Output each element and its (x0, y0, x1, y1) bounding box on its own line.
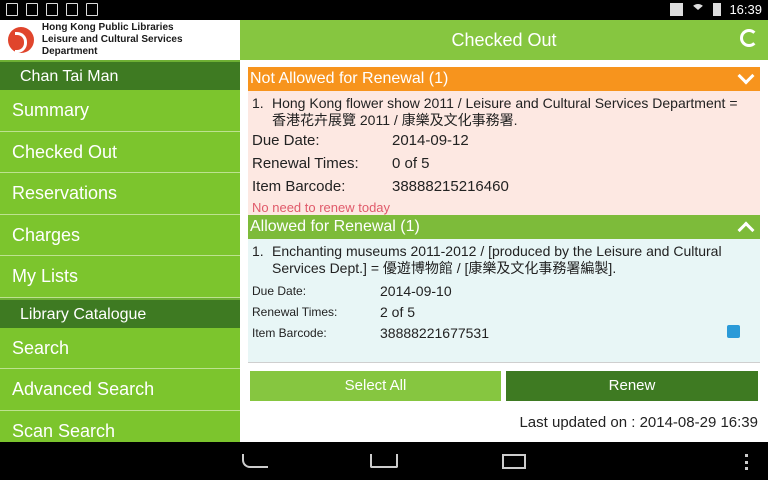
due-date-label: Due Date: (252, 284, 307, 298)
renewal-note: No need to renew today (252, 200, 391, 215)
item-number: 1. (252, 243, 264, 259)
overflow-menu-icon[interactable] (745, 454, 749, 470)
mute-icon (670, 3, 684, 16)
not-allowed-renewal-title: Not Allowed for Renewal (1) (250, 70, 449, 87)
nav-item-summary[interactable]: Summary (0, 90, 240, 132)
due-date-row: Due Date: 2014-09-10 (248, 281, 760, 302)
key-icon (46, 3, 58, 16)
chevron-up-icon (737, 221, 755, 239)
notification-icons (6, 3, 98, 16)
item-barcode-row: Item Barcode: 38888215216460 (248, 175, 760, 198)
shield-icon (26, 3, 38, 16)
renew-button[interactable]: Renew (506, 371, 758, 401)
nav-item-checked-out[interactable]: Checked Out (0, 131, 240, 173)
nav-item-my-lists[interactable]: My Lists (0, 256, 240, 298)
refresh-icon[interactable] (740, 29, 758, 47)
recent-apps-icon[interactable] (502, 454, 526, 469)
status-bar: 16:39 (0, 0, 768, 20)
library-logo: Hong Kong Public Libraries Leisure and C… (0, 20, 240, 60)
last-updated-text: Last updated on : 2014-08-29 16:39 (519, 414, 758, 431)
app: Hong Kong Public Libraries Leisure and C… (0, 20, 768, 442)
main-panel: Checked Out Not Allowed for Renewal (1) … (240, 20, 768, 442)
title-bar: Checked Out (240, 20, 768, 60)
item-barcode-value: 38888221677531 (380, 325, 490, 341)
library-catalogue-header: Library Catalogue (0, 297, 240, 328)
renewal-times-label: Renewal Times: (252, 155, 359, 172)
nav-item-search[interactable]: Search (0, 327, 240, 369)
user-name-header: Chan Tai Man (0, 60, 240, 90)
renewal-times-row: Renewal Times: 2 of 5 (248, 302, 760, 323)
clock: 16:39 (729, 2, 762, 17)
item-title: Hong Kong flower show 2011 / Leisure and… (272, 95, 738, 128)
not-allowed-item: 1. Hong Kong flower show 2011 / Leisure … (248, 91, 760, 215)
sd-card-icon (66, 3, 78, 16)
page-title: Checked Out (451, 30, 557, 50)
sidebar: Hong Kong Public Libraries Leisure and C… (0, 20, 240, 442)
nav-item-charges[interactable]: Charges (0, 214, 240, 256)
renewal-times-label: Renewal Times: (252, 305, 338, 319)
logo-line-2: Leisure and Cultural Services Department (41, 34, 183, 57)
nav-item-scan-search[interactable]: Scan Search (0, 410, 240, 442)
wifi-icon (691, 3, 706, 16)
nav-item-advanced-search[interactable]: Advanced Search (0, 369, 240, 411)
logo-line-1: Hong Kong Public Libraries (41, 22, 174, 33)
back-icon[interactable] (242, 454, 268, 468)
clipboard-icon (86, 3, 98, 16)
allowed-renewal-title: Allowed for Renewal (1) (250, 218, 420, 235)
not-allowed-renewal-header[interactable]: Not Allowed for Renewal (1) (248, 67, 760, 91)
item-barcode-value: 38888215216460 (392, 178, 509, 195)
home-icon[interactable] (370, 454, 398, 468)
nav-item-reservations[interactable]: Reservations (0, 173, 240, 215)
allowed-item[interactable]: 1. Enchanting museums 2011-2012 / [produ… (248, 239, 760, 363)
library-logo-icon (8, 27, 34, 53)
due-date-value: 2014-09-12 (392, 132, 469, 149)
due-date-row: Due Date: 2014-09-12 (248, 129, 760, 152)
renew-checkbox[interactable] (727, 325, 740, 338)
item-barcode-row: Item Barcode: 38888221677531 (248, 323, 760, 344)
item-barcode-label: Item Barcode: (252, 178, 346, 195)
renewal-times-row: Renewal Times: 0 of 5 (248, 152, 760, 175)
chevron-down-icon (737, 67, 755, 85)
allowed-renewal-header[interactable]: Allowed for Renewal (1) (248, 215, 760, 239)
due-date-label: Due Date: (252, 132, 320, 149)
item-number: 1. (252, 95, 264, 111)
screenshot-icon (6, 3, 18, 16)
due-date-value: 2014-09-10 (380, 283, 452, 299)
system-nav-bar (0, 442, 768, 480)
item-barcode-label: Item Barcode: (252, 326, 327, 340)
item-title: Enchanting museums 2011-2012 / [produced… (272, 243, 722, 276)
renewal-times-value: 0 of 5 (392, 155, 430, 172)
renewal-times-value: 2 of 5 (380, 304, 416, 320)
select-all-button[interactable]: Select All (250, 371, 501, 401)
battery-icon (713, 3, 722, 16)
